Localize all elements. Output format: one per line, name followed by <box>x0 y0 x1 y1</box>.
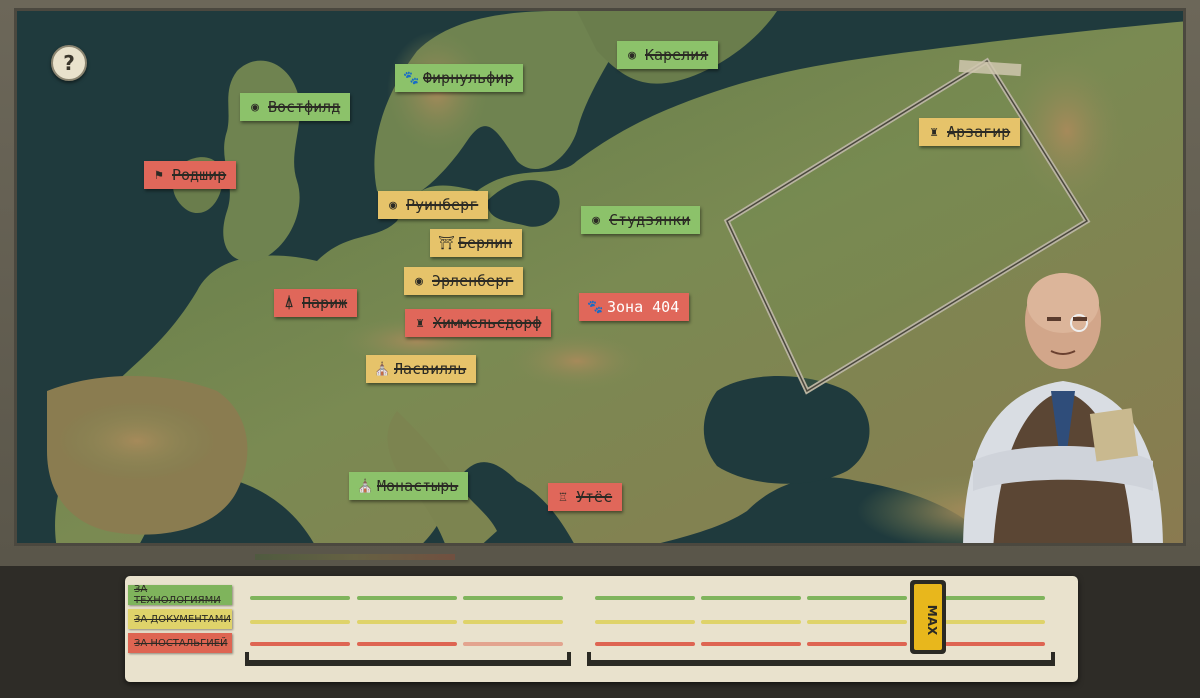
legend-label: ЗА ДОКУМЕНТАМИ <box>134 613 231 625</box>
legend-nostalgia: ЗА НОСТАЛЬГИЕЙ <box>128 633 232 653</box>
lighthouse-icon: ♖ <box>559 489 567 505</box>
progress-dash <box>595 596 695 600</box>
city-name: Востфилд <box>268 98 341 116</box>
paw-icon: 🐾 <box>587 299 604 315</box>
church-icon: ⛪ <box>357 478 374 494</box>
progress-dash <box>701 596 801 600</box>
city-label-erlenberg[interactable]: ◉ Эрленберг <box>404 267 524 295</box>
castle-icon: ♜ <box>416 315 424 331</box>
city-name: Зона 404 <box>607 298 680 316</box>
max-label: MAX <box>925 605 939 636</box>
progress-panel: ЗА ТЕХНОЛОГИЯМИ ЗА ДОКУМЕНТАМИ ЗА НОСТАЛ… <box>125 576 1078 682</box>
city-name: Утёс <box>576 488 613 506</box>
progress-dash <box>595 642 695 646</box>
city-label-paris[interactable]: ⍋ Париж <box>274 289 358 317</box>
segment-divider <box>587 660 1055 664</box>
progress-dash <box>463 596 563 600</box>
progress-dash <box>357 596 457 600</box>
target-icon: ◉ <box>628 47 636 63</box>
progress-dash <box>807 642 907 646</box>
progress-dash <box>807 620 907 624</box>
target-icon: ◉ <box>415 273 423 289</box>
city-label-arzagir[interactable]: ♜ Арзагир <box>919 118 1021 146</box>
city-label-lasvill[interactable]: ⛪ Ласвилль <box>366 355 477 383</box>
progress-dash <box>250 620 350 624</box>
target-icon: ◉ <box>251 99 259 115</box>
progress-dash <box>945 596 1045 600</box>
help-button[interactable]: ? <box>51 45 87 81</box>
city-label-karelia[interactable]: ◉ Карелия <box>617 41 719 69</box>
map-frame: ? ◉ Карелия 🐾 Фирнульфир ◉ Востфилд ♜ Ар… <box>0 0 1200 566</box>
progress-dash <box>250 642 350 646</box>
progress-dash <box>463 620 563 624</box>
progress-dash <box>357 642 457 646</box>
bottom-bar: ЗА ТЕХНОЛОГИЯМИ ЗА ДОКУМЕНТАМИ ЗА НОСТАЛ… <box>0 554 1200 698</box>
city-label-monastyr[interactable]: ⛪ Монастырь <box>349 472 469 500</box>
legend-label: ЗА НОСТАЛЬГИЕЙ <box>134 637 228 649</box>
target-icon: ◉ <box>592 212 600 228</box>
target-icon: ◉ <box>389 197 397 213</box>
city-name: Руинберг <box>406 196 479 214</box>
progress-dash <box>807 596 907 600</box>
city-name: Ласвилль <box>394 360 467 378</box>
progress-dash <box>945 642 1045 646</box>
progress-dash <box>945 620 1045 624</box>
progress-dash <box>595 620 695 624</box>
city-label-rodshir[interactable]: ⚑ Родшир <box>144 161 237 189</box>
city-label-ruinberg[interactable]: ◉ Руинберг <box>378 191 489 219</box>
city-name: Эрленберг <box>432 272 514 290</box>
city-label-vostfild[interactable]: ◉ Востфилд <box>240 93 351 121</box>
city-name: Химмельсдорф <box>433 314 542 332</box>
city-name: Фирнульфир <box>423 69 514 87</box>
segment-divider <box>245 660 571 664</box>
city-label-studzyanki[interactable]: ◉ Студзянки <box>581 206 701 234</box>
castle-icon: ♜ <box>930 124 938 140</box>
decorative-strip <box>255 554 455 560</box>
chapel-icon: ⛪ <box>374 361 391 377</box>
city-name: Арзагир <box>947 123 1011 141</box>
city-name: Париж <box>302 294 348 312</box>
film-can-marker[interactable]: MAX <box>906 576 950 658</box>
progress-dash <box>250 596 350 600</box>
city-label-himmelsdorf[interactable]: ♜ Химмельсдорф <box>405 309 552 337</box>
city-name: Родшир <box>172 166 227 184</box>
city-label-berlin[interactable]: ⛩ Берлин <box>430 229 523 257</box>
progress-dash <box>701 642 801 646</box>
city-label-firnulfir[interactable]: 🐾 Фирнульфир <box>395 64 524 92</box>
city-name: Монастырь <box>377 477 459 495</box>
gate-icon: ⛩ <box>438 235 455 251</box>
europe-map[interactable]: ? ◉ Карелия 🐾 Фирнульфир ◉ Востфилд ♜ Ар… <box>14 8 1186 546</box>
city-name: Студзянки <box>609 211 691 229</box>
progress-dash <box>357 620 457 624</box>
progress-dash <box>701 620 801 624</box>
agent-character-portrait <box>963 273 1163 543</box>
legend-documents: ЗА ДОКУМЕНТАМИ <box>128 609 232 629</box>
city-label-utes[interactable]: ♖ Утёс <box>548 483 623 511</box>
legend-technology: ЗА ТЕХНОЛОГИЯМИ <box>128 584 232 606</box>
paw-icon: 🐾 <box>403 70 420 86</box>
flag-icon: ⚑ <box>155 167 163 183</box>
progress-dash <box>463 642 563 646</box>
eiffel-icon: ⍋ <box>285 295 293 311</box>
city-name: Берлин <box>458 234 513 252</box>
city-label-zone-404[interactable]: 🐾 Зона 404 <box>579 293 690 321</box>
city-name: Карелия <box>645 46 709 64</box>
legend-label: ЗА ТЕХНОЛОГИЯМИ <box>134 584 221 606</box>
